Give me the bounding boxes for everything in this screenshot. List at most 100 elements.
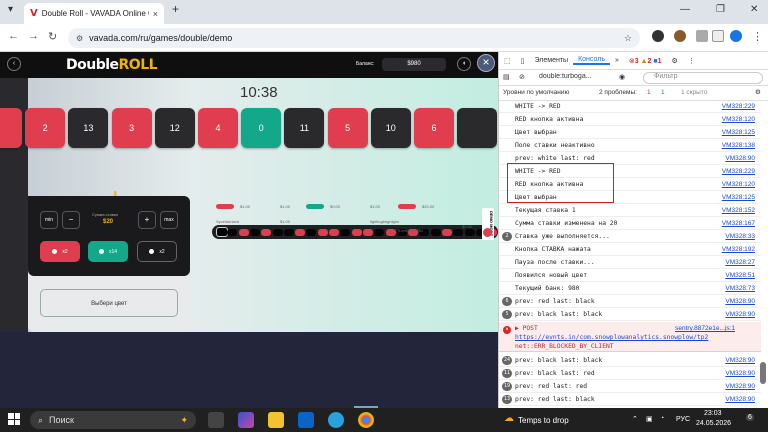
console-source-link[interactable]: VM328:192 xyxy=(722,246,755,253)
close-game-button[interactable]: × xyxy=(477,54,495,72)
bet-green-button[interactable]: x14 xyxy=(88,241,128,262)
address-bar[interactable]: ⚙ vavada.com/ru/games/double/demo ☆ xyxy=(68,28,640,48)
console-line[interactable]: 11 prev: black last: red VM328:90 xyxy=(499,367,761,380)
console-source-link[interactable]: VM328:90 xyxy=(725,396,755,403)
console-line[interactable]: Текущая ставка 1 VM328:152 xyxy=(499,204,761,217)
reload-icon[interactable]: ↻ xyxy=(48,30,57,43)
file-explorer-icon[interactable] xyxy=(268,412,284,428)
max-bet-button[interactable]: max xyxy=(160,211,178,229)
clock-time[interactable]: 23:03 xyxy=(704,410,722,417)
error-count[interactable]: ⊗3 ▲2 ■1 xyxy=(624,57,667,65)
console-line[interactable]: 13 prev: red last: black VM328:90 xyxy=(499,393,761,406)
console-line[interactable]: Пауза после ставки... VM328:27 xyxy=(499,256,761,269)
window-close-icon[interactable]: ✕ xyxy=(750,4,758,15)
console-source-link[interactable]: VM328:229 xyxy=(722,168,755,175)
new-tab-button[interactable]: + xyxy=(172,2,179,16)
console-source-link[interactable]: VM328:229 xyxy=(722,103,755,110)
console-source-link[interactable]: VM328:90 xyxy=(725,383,755,390)
console-line[interactable]: 2 Ставка уже выполняется... VM328:33 xyxy=(499,230,761,243)
forward-icon[interactable]: → xyxy=(28,30,39,42)
console-source-link[interactable]: VM328:90 xyxy=(725,155,755,162)
maximize-icon[interactable]: ❐ xyxy=(716,4,725,15)
extensions-puzzle-icon[interactable] xyxy=(696,30,708,42)
console-scrollbar[interactable] xyxy=(760,362,766,384)
console-source-link[interactable]: VM328:90 xyxy=(725,357,755,364)
console-line[interactable]: Цвет выбран VM328:125 xyxy=(499,126,761,139)
console-line[interactable]: Появился новый цвет VM328:51 xyxy=(499,269,761,282)
network-icon[interactable]: ◔ xyxy=(660,415,664,422)
decrease-bet-button[interactable]: − xyxy=(62,211,80,229)
inspect-icon[interactable]: ⬚ xyxy=(499,57,516,65)
task-view-icon[interactable] xyxy=(208,412,224,428)
minimize-icon[interactable]: — xyxy=(680,4,690,15)
start-button[interactable] xyxy=(8,413,20,425)
clear-console-icon[interactable]: ⊘ xyxy=(519,73,525,81)
console-line[interactable]: Текущий банк: 980 VM328:73 xyxy=(499,282,761,295)
site-info-icon[interactable]: ⚙ xyxy=(76,34,83,43)
console-settings-icon[interactable]: ⚙ xyxy=(755,88,761,96)
cookie-extension-icon[interactable] xyxy=(674,30,686,42)
error-url-link[interactable]: https://evnts.in/com.snowplowanalytics.s… xyxy=(515,334,708,341)
sidebar-toggle-icon[interactable]: ▤ xyxy=(503,73,510,81)
chrome-icon[interactable] xyxy=(358,412,374,428)
bookmark-star-icon[interactable]: ☆ xyxy=(624,33,632,44)
sidepanel-icon[interactable] xyxy=(712,30,724,42)
weather-text[interactable]: Temps to drop xyxy=(518,416,569,425)
sound-icon[interactable]: ◖ xyxy=(457,57,471,71)
browser-tab[interactable]: V Double Roll - VAVADA Online C × xyxy=(24,3,164,24)
problems-count[interactable]: 2 проблемы: xyxy=(599,89,637,96)
filter-input[interactable]: Фильтр xyxy=(643,72,763,84)
error-source-link[interactable]: sentry.8872e1e...js:1 xyxy=(675,325,735,332)
tab-search-icon[interactable]: ▾ xyxy=(8,4,13,15)
console-source-link[interactable]: VM328:125 xyxy=(722,129,755,136)
console-line[interactable]: Кнопка СТАВКА нажата VM328:192 xyxy=(499,243,761,256)
more-tabs-icon[interactable]: » xyxy=(610,57,624,64)
console-source-link[interactable]: VM328:120 xyxy=(722,181,755,188)
game-back-button[interactable]: ‹ xyxy=(7,57,21,71)
console-line[interactable]: 19 prev: red last: red VM328:90 xyxy=(499,380,761,393)
browser-menu-icon[interactable]: ⋮ xyxy=(752,30,763,43)
console-line[interactable]: RED кнопка активна VM328:120 xyxy=(499,113,761,126)
telegram-icon[interactable] xyxy=(328,412,344,428)
console-source-link[interactable]: VM328:90 xyxy=(725,370,755,377)
bet-black-button[interactable]: x2 xyxy=(137,241,177,262)
levels-select[interactable]: Уровни по умолчанию xyxy=(503,89,569,96)
profile-avatar-icon[interactable] xyxy=(730,30,742,42)
console-line[interactable]: 6 prev: red last: black VM328:90 xyxy=(499,295,761,308)
console-source-link[interactable]: VM328:33 xyxy=(725,233,755,240)
devtools-menu-icon[interactable]: ⋮ xyxy=(683,57,700,65)
tab-elements[interactable]: Элементы xyxy=(529,57,573,64)
console-source-link[interactable]: VM328:138 xyxy=(722,142,755,149)
devtools-settings-icon[interactable]: ⚙ xyxy=(667,57,683,65)
console-source-link[interactable]: VM328:90 xyxy=(725,298,755,305)
console-line[interactable]: 5 prev: black last: black VM328:90 xyxy=(499,308,761,321)
console-line[interactable]: WHITE -> RED VM328:229 xyxy=(499,100,761,113)
console-source-link[interactable]: VM328:90 xyxy=(725,311,755,318)
bet-red-button[interactable]: x2 xyxy=(40,241,80,262)
extension-icon[interactable] xyxy=(652,30,664,42)
pick-color-button[interactable]: Выбери цвет xyxy=(40,289,178,317)
console-error-entry[interactable]: × ▶ POST sentry.8872e1e...js:1 https://e… xyxy=(499,322,761,352)
console-source-link[interactable]: VM328:125 xyxy=(722,194,755,201)
tray-apps-icon[interactable]: ▣ xyxy=(646,415,653,423)
console-source-link[interactable]: VM328:27 xyxy=(725,259,755,266)
increase-bet-button[interactable]: + xyxy=(138,211,156,229)
console-source-link[interactable]: VM328:152 xyxy=(722,207,755,214)
tab-console[interactable]: Консоль xyxy=(573,56,610,65)
tab-close-icon[interactable]: × xyxy=(153,9,158,19)
taskbar-search[interactable]: ⌕ Поиск ✦ xyxy=(30,411,196,429)
device-icon[interactable]: ▯ xyxy=(516,57,530,65)
console-source-link[interactable]: VM328:73 xyxy=(725,285,755,292)
console-line[interactable]: Поле ставки неактивно VM328:138 xyxy=(499,139,761,152)
console-line[interactable]: Сумма ставки изменена на 20 VM328:167 xyxy=(499,217,761,230)
language-indicator[interactable]: РУС xyxy=(676,416,690,423)
bet-amount-value[interactable]: $20 xyxy=(103,219,113,225)
console-line[interactable]: 24 prev: black last: black VM328:90 xyxy=(499,354,761,367)
context-select[interactable]: double:turboga... xyxy=(539,73,605,80)
min-bet-button[interactable]: min xyxy=(40,211,58,229)
notification-badge[interactable]: 6 xyxy=(746,414,754,421)
console-source-link[interactable]: VM328:120 xyxy=(722,116,755,123)
outlook-icon[interactable] xyxy=(298,412,314,428)
copilot-icon[interactable] xyxy=(238,412,254,428)
demo-close-icon[interactable] xyxy=(483,228,492,237)
